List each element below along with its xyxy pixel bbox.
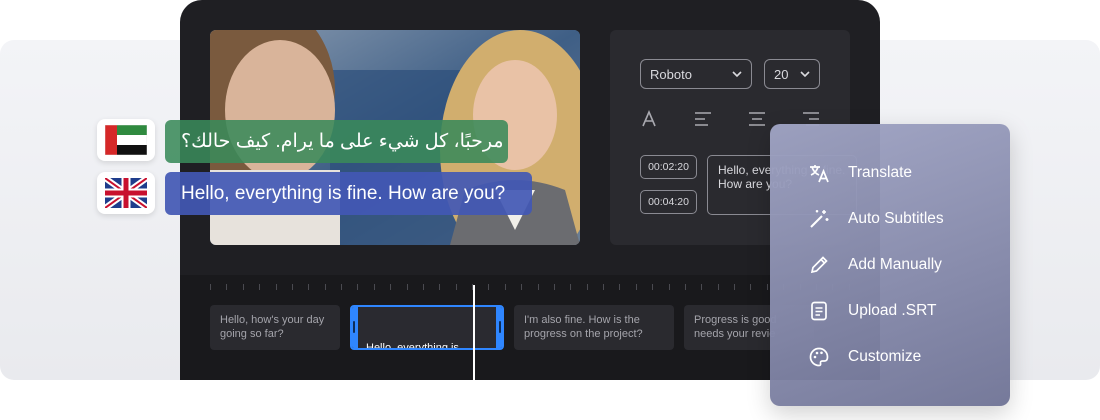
subtitle-clip-text: Hello, everything is fine. How are you? [366, 342, 459, 350]
align-left-icon[interactable] [694, 110, 712, 128]
menu-item-add-manually[interactable]: Add Manually [770, 242, 1010, 288]
chevron-down-icon [800, 71, 810, 78]
subtitle-clip-selected[interactable]: Hello, everything is fine. How are you? [350, 305, 504, 350]
font-family-value: Roboto [650, 66, 692, 82]
magic-wand-icon [808, 208, 830, 230]
translate-icon [808, 162, 830, 184]
menu-item-label: Upload .SRT [848, 302, 937, 319]
palette-icon [808, 346, 830, 368]
subtitle-clip[interactable]: Hello, how's your day going so far? [210, 305, 340, 350]
end-timestamp[interactable]: 00:04:20 [640, 190, 697, 214]
timeline-ruler [210, 284, 850, 292]
menu-item-label: Add Manually [848, 256, 942, 273]
english-caption: Hello, everything is fine. How are you? [165, 172, 532, 215]
menu-item-auto-subtitles[interactable]: Auto Subtitles [770, 196, 1010, 242]
start-timestamp[interactable]: 00:02:20 [640, 155, 697, 179]
flag-uk-icon [97, 172, 155, 214]
hero-illustration: Roboto 20 00:02:20 00:04:20 Hello, every… [0, 0, 1100, 420]
subtitle-options-menu: Translate Auto Subtitles Add Manually Up… [770, 124, 1010, 406]
timeline-playhead[interactable] [473, 285, 475, 380]
font-size-select[interactable]: 20 [764, 59, 820, 89]
subtitle-clip[interactable]: I'm also fine. How is the progress on th… [514, 305, 674, 350]
menu-item-upload-srt[interactable]: Upload .SRT [770, 288, 1010, 334]
text-color-icon[interactable] [640, 110, 658, 128]
flag-uae-icon [97, 119, 155, 161]
clip-trim-handle-right[interactable] [496, 307, 502, 348]
chevron-down-icon [732, 71, 742, 78]
document-icon [808, 300, 830, 322]
align-center-icon[interactable] [748, 110, 766, 128]
menu-item-label: Customize [848, 348, 922, 365]
arabic-caption: مرحبًا، كل شيء على ما يرام. كيف حالك؟ [165, 120, 508, 163]
clip-trim-handle-left[interactable] [352, 307, 358, 348]
menu-item-customize[interactable]: Customize [770, 334, 1010, 380]
font-size-value: 20 [774, 66, 789, 82]
menu-item-label: Auto Subtitles [848, 210, 944, 227]
font-family-select[interactable]: Roboto [640, 59, 752, 89]
menu-item-label: Translate [848, 164, 913, 181]
pencil-icon [808, 254, 830, 276]
menu-item-translate[interactable]: Translate [770, 150, 1010, 196]
